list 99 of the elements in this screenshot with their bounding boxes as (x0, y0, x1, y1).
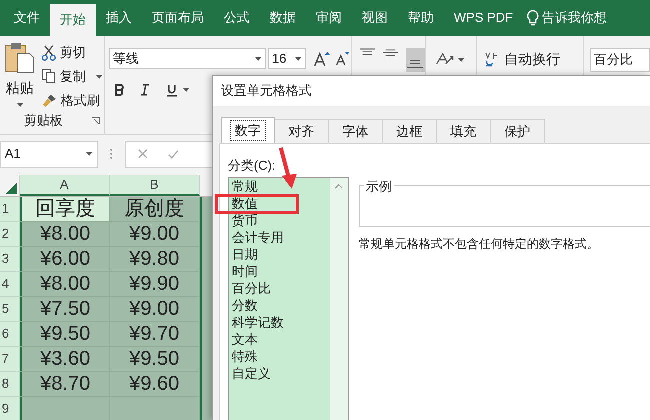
wrap-text-button[interactable]: 自动换行 (484, 49, 561, 70)
tell-me-field[interactable]: 告诉我你想 (542, 8, 608, 28)
table-cell: ¥9.60 (110, 372, 200, 397)
align-top-icon[interactable] (360, 48, 375, 58)
ribbon-tab[interactable]: 开始 (50, 4, 96, 36)
dialog-launcher-icon[interactable] (92, 116, 100, 125)
dialog-tab[interactable]: 保护 (491, 119, 545, 143)
underline-icon (167, 84, 178, 96)
ribbon-tab[interactable]: 视图 (352, 0, 398, 36)
table-cell: ¥9.50 (20, 322, 110, 347)
number-format-field[interactable]: 百分比 (590, 48, 650, 72)
align-bottom-icon (407, 59, 424, 69)
more-options-icon (110, 148, 113, 160)
lightbulb-icon (527, 10, 540, 26)
category-item[interactable]: 文本 (232, 333, 258, 347)
row-header[interactable]: 3 (0, 247, 20, 272)
row-header[interactable]: 8 (0, 372, 20, 397)
scroll-up-icon[interactable] (335, 184, 343, 189)
table-cell: ¥7.50 (20, 297, 110, 322)
dialog-tab[interactable]: 填充 (437, 119, 491, 143)
row-header[interactable]: 2 (0, 222, 20, 247)
dialog-tab[interactable]: 边框 (383, 119, 437, 143)
row-header[interactable]: 9 (0, 397, 20, 420)
table-cell: ¥9.90 (110, 272, 200, 297)
table-cell: ¥9.00 (110, 297, 200, 322)
table-cell: ¥8.70 (20, 372, 110, 397)
grow-font-icon[interactable] (314, 50, 330, 66)
align-bottom-button[interactable] (406, 48, 425, 72)
table-cell: ¥9.70 (110, 322, 200, 347)
ribbon-tab[interactable]: 插入 (96, 0, 142, 36)
caret-icon (86, 152, 93, 156)
category-item[interactable]: 货币 (232, 214, 258, 228)
row-header[interactable]: 5 (0, 297, 20, 322)
ribbon-tab[interactable]: 文件 (4, 0, 50, 36)
caret-icon (295, 56, 302, 60)
category-item[interactable]: 特殊 (232, 350, 258, 364)
shrink-font-icon[interactable] (336, 51, 350, 66)
scissors-icon (42, 44, 56, 60)
check-icon[interactable] (168, 150, 179, 158)
category-label: 分类(C): (228, 157, 277, 175)
table-cell: ¥9.00 (110, 222, 200, 247)
wrap-text-icon (484, 52, 499, 68)
dialog-tab[interactable]: 数字 (221, 117, 275, 143)
ribbon-tab[interactable]: 审阅 (306, 0, 352, 36)
row-header[interactable]: 4 (0, 272, 20, 297)
table-cell: ¥6.00 (20, 247, 110, 272)
category-item[interactable]: 日期 (232, 248, 258, 262)
caret-icon (96, 74, 103, 78)
category-item[interactable]: 数值 (232, 197, 258, 211)
row-header[interactable]: 6 (0, 322, 20, 347)
ribbon-tab[interactable]: 公式 (214, 0, 260, 36)
paste-button[interactable]: 粘贴 (4, 42, 36, 111)
caret-icon (255, 56, 262, 60)
dialog-tab[interactable]: 对齐 (275, 119, 329, 143)
ribbon-tab[interactable]: WPS PDF (444, 0, 524, 36)
bold-icon (115, 84, 126, 96)
clipboard-icon (5, 42, 35, 74)
select-all-icon[interactable] (6, 183, 17, 194)
table-cell: 回享度 (20, 197, 110, 222)
category-item[interactable]: 常规 (232, 180, 258, 194)
ribbon-tab[interactable]: 数据 (260, 0, 306, 36)
text-orientation-icon[interactable] (436, 52, 454, 66)
table-cell: ¥9.80 (110, 247, 200, 272)
scrollbar[interactable] (330, 178, 348, 420)
ribbon-tab[interactable]: 页面布局 (142, 0, 214, 36)
caret-icon (458, 58, 465, 62)
category-item[interactable]: 百分比 (232, 282, 271, 296)
column-header[interactable]: A (20, 175, 110, 196)
table-cell: ¥3.60 (20, 347, 110, 372)
caret-icon (16, 103, 24, 107)
ribbon-tab[interactable]: 帮助 (398, 0, 444, 36)
copy-button[interactable]: 复制 (42, 66, 103, 87)
format-painter-button[interactable]: 格式刷 (42, 90, 103, 111)
name-box[interactable]: A1 (0, 140, 98, 168)
category-item[interactable]: 自定义 (232, 367, 271, 381)
table-cell: ¥8.00 (20, 222, 110, 247)
category-item[interactable]: 时间 (232, 265, 258, 279)
row-header[interactable]: 1 (0, 197, 20, 222)
category-item[interactable]: 会计专用 (232, 231, 284, 245)
table-cell: 原创度 (110, 197, 200, 222)
font-size-field[interactable]: 16 (268, 48, 306, 69)
column-header[interactable]: B (110, 175, 200, 196)
copy-icon (42, 69, 56, 84)
dialog-title: 设置单元格格式 (221, 82, 312, 100)
dialog-tab[interactable]: 字体 (329, 119, 383, 143)
font-name-field[interactable]: 等线 (109, 48, 266, 69)
align-middle-icon[interactable] (382, 48, 398, 58)
arrow-drawing (278, 146, 300, 190)
group-label: 剪贴板 (24, 112, 63, 130)
format-description: 常规单元格格式不包含任何特定的数字格式。 (359, 236, 600, 253)
italic-icon (141, 84, 150, 96)
table-cell: ¥9.50 (110, 347, 200, 372)
category-item[interactable]: 分数 (232, 299, 258, 313)
row-header[interactable]: 7 (0, 347, 20, 372)
caret-icon (183, 88, 190, 92)
brush-icon (42, 94, 57, 108)
cut-button[interactable]: 剪切 (42, 42, 103, 63)
table-cell: ¥8.00 (20, 272, 110, 297)
category-item[interactable]: 科学记数 (232, 316, 284, 330)
